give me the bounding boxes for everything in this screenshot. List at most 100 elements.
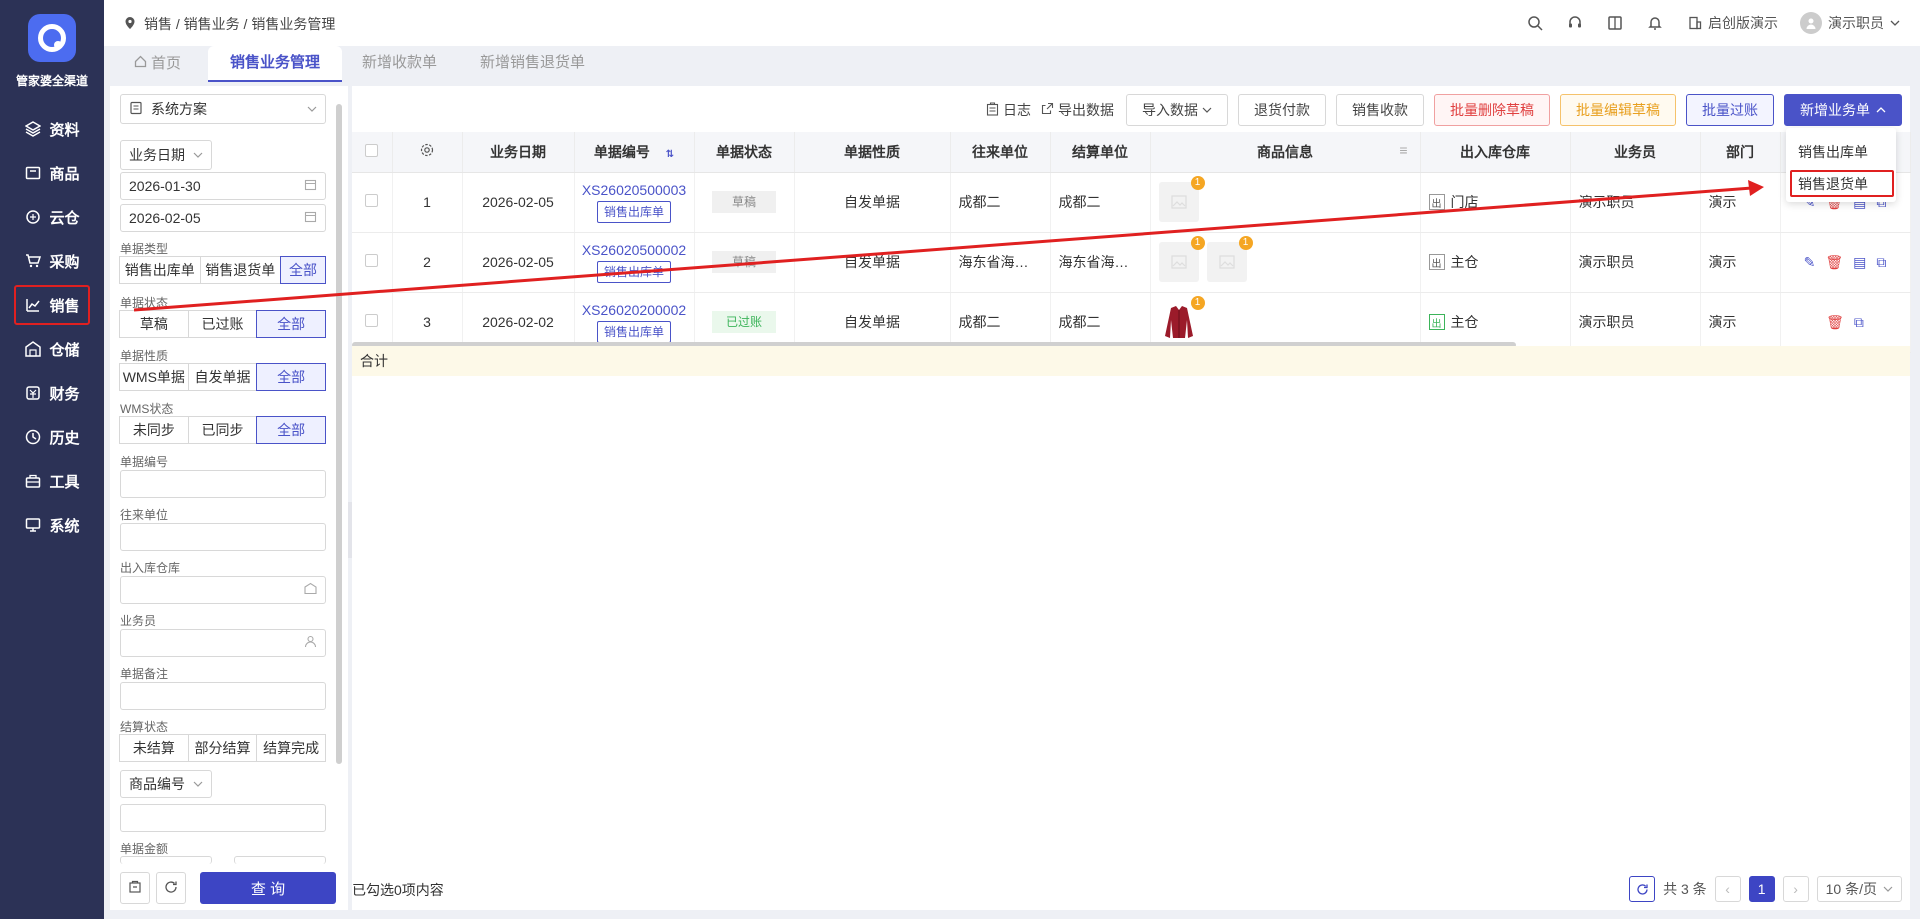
company-switch[interactable]: 启创版演示 [1686,13,1778,33]
header-actions: 启创版演示 演示职员 [1526,12,1900,34]
col-dept[interactable]: 部门 [1700,132,1781,173]
dropdown-sales-out[interactable]: 销售出库单 [1798,142,1868,162]
table-row[interactable]: 1 2026-02-05 XS26020500003 销售出库单 草稿 自发单据 成都二 成都… [352,172,1911,233]
query-button[interactable]: 查 询 [200,872,336,904]
tab-home[interactable]: 首页 [134,46,181,82]
receipt-button[interactable]: 销售收款 [1336,94,1424,126]
refresh-button[interactable] [1629,876,1656,902]
date-to-input[interactable]: 2026-02-05 [120,204,326,232]
doc-type-sales-return[interactable]: 销售退货单 [199,256,281,284]
doc-nature-wms[interactable]: WMS单据 [119,363,189,391]
sidebar-item-xiaoshou[interactable]: 销售 [14,285,90,325]
sidebar-item-ziliao[interactable]: 资料 [14,110,90,148]
product-thumbnail[interactable]: 1 [1206,236,1253,282]
page-1-button[interactable]: 1 [1748,876,1775,902]
settle-none[interactable]: 未结算 [119,734,189,762]
col-partner[interactable]: 往来单位 [950,132,1051,173]
next-page-button[interactable]: › [1782,876,1809,902]
product-code-select[interactable]: 商品编号 [120,770,212,798]
sort-icon[interactable]: ⇅ [666,149,674,160]
doc-type-sales-out[interactable]: 销售出库单 [119,256,201,284]
batch-delete-button[interactable]: 批量删除草稿 [1434,94,1550,126]
col-nature[interactable]: 单据性质 [794,132,951,173]
edit-icon[interactable]: ✎ [1804,254,1816,271]
import-dropdown-button[interactable]: 导入数据 [1126,94,1228,126]
col-warehouse[interactable]: 出入库仓库 [1420,132,1571,173]
copy-icon[interactable]: ⧉ [1876,254,1886,271]
trash-icon[interactable]: 🗑 [1826,314,1844,331]
amount-max-input[interactable] [234,856,326,864]
doc-status-draft[interactable]: 草稿 [119,310,189,338]
select-all-checkbox[interactable] [352,132,393,173]
column-settings-icon[interactable] [392,132,463,173]
doc-type-all[interactable]: 全部 [280,256,326,284]
bell-icon[interactable] [1646,14,1664,32]
save-scheme-button[interactable] [120,872,150,904]
search-icon[interactable] [1526,14,1544,32]
doc-no-input[interactable] [120,470,326,498]
col-salesman[interactable]: 业务员 [1570,132,1701,173]
row-checkbox[interactable] [352,232,393,293]
product-code-input[interactable] [120,804,326,832]
date-from-input[interactable]: 2026-01-30 [120,172,326,200]
wms-synced[interactable]: 已同步 [187,416,258,444]
export-button[interactable]: 导出数据 [1041,100,1114,120]
wms-unsynced[interactable]: 未同步 [119,416,189,444]
col-settle[interactable]: 结算单位 [1050,132,1151,173]
col-date[interactable]: 业务日期 [462,132,575,173]
date-type-select[interactable]: 业务日期 [120,140,212,170]
sidebar-item-lishi[interactable]: 历史 [14,418,90,456]
reset-button[interactable] [156,872,186,904]
prev-page-button[interactable]: ‹ [1714,876,1741,902]
trash-icon[interactable]: 🗑 [1825,254,1843,271]
wms-all[interactable]: 全部 [256,416,327,444]
sidebar-item-yuncang[interactable]: 云仓 [14,198,90,236]
product-thumbnail[interactable]: 1 [1158,176,1205,222]
menu-icon[interactable]: ≡ [1399,142,1407,158]
sidebar-item-gongju[interactable]: 工具 [14,462,90,500]
table-row[interactable]: 2 2026-02-05 XS26020500002 销售出库单 草稿 自发单据 海东省海…… [352,232,1911,293]
col-product[interactable]: 商品信息 ≡ [1150,132,1421,173]
headset-icon[interactable] [1566,14,1584,32]
sidebar-item-caigou[interactable]: 采购 [14,242,90,280]
doc-nature-self[interactable]: 自发单据 [187,363,258,391]
remark-input[interactable] [120,682,326,710]
settle-partial[interactable]: 部分结算 [187,734,258,762]
salesman-input[interactable] [120,629,326,657]
product-thumbnail[interactable]: 1 [1158,236,1205,282]
sidebar-item-xitong[interactable]: 系统 [14,506,90,544]
doc-nature-all[interactable]: 全部 [256,363,327,391]
doc-code-link[interactable]: XS26020500003 [575,181,694,199]
book-icon[interactable] [1606,14,1624,32]
doc-status-all[interactable]: 全部 [256,310,327,338]
doc-code-link[interactable]: XS26020500002 [575,241,694,259]
settle-done[interactable]: 结算完成 [256,734,327,762]
filter-scrollbar[interactable] [336,104,342,764]
page-size-select[interactable]: 10 条/页 [1816,876,1902,902]
scheme-select[interactable]: 系统方案 [120,94,326,124]
tab-new-receipt[interactable]: 新增收款单 [362,46,437,82]
col-code[interactable]: 单据编号 ⇅ [574,132,695,173]
doc-status-posted[interactable]: 已过账 [187,310,258,338]
warehouse-input[interactable] [120,576,326,604]
amount-min-input[interactable] [120,856,212,864]
print-icon[interactable]: ▤ [1853,254,1866,271]
tab-sales-management[interactable]: 销售业务管理 [208,46,343,82]
partner-input[interactable] [120,523,326,551]
col-status[interactable]: 单据状态 [694,132,795,173]
sidebar-item-shangpin[interactable]: 商品 [14,154,90,192]
refund-button[interactable]: 退货付款 [1238,94,1326,126]
batch-post-button[interactable]: 批量过账 [1686,94,1774,126]
batch-edit-button[interactable]: 批量编辑草稿 [1560,94,1676,126]
new-doc-button[interactable]: 新增业务单 [1784,94,1902,126]
sidebar-item-caiwu[interactable]: 财务 [14,374,90,412]
copy-icon[interactable]: ⧉ [1854,314,1864,331]
user-menu[interactable]: 演示职员 [1800,12,1900,34]
product-thumbnail[interactable]: 1 [1158,296,1205,342]
doc-code-link[interactable]: XS26020200002 [575,301,694,319]
tab-new-sales-return[interactable]: 新增销售退货单 [480,46,585,82]
row-checkbox[interactable] [352,172,393,233]
log-button[interactable]: 日志 [986,100,1031,120]
sidebar-item-cangchu[interactable]: 仓储 [14,330,90,368]
app-logo[interactable] [28,14,76,62]
